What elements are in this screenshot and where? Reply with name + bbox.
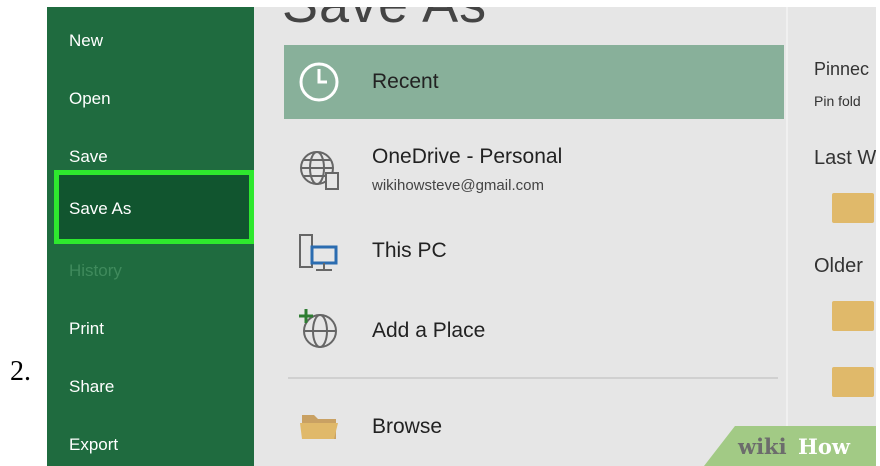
location-label: Browse: [372, 415, 443, 438]
excel-backstage-screenshot: New Open Save Save As History Print Shar…: [47, 7, 876, 466]
sidebar-item-export[interactable]: Export: [69, 435, 118, 455]
location-label: OneDrive - Personal: [372, 145, 563, 168]
older-heading: Older: [814, 255, 863, 277]
backstage-sidebar: New Open Save Save As History Print Shar…: [47, 7, 254, 466]
location-label: This PC: [372, 239, 447, 262]
computer-icon: [299, 234, 338, 271]
page-title: Save As: [282, 7, 487, 35]
clock-icon: [299, 62, 339, 102]
save-as-panel: Save As Recent OneDrive - Perso: [254, 7, 876, 466]
step-number: 2.: [10, 356, 31, 387]
location-label: Add a Place: [372, 319, 486, 342]
sidebar-item-save[interactable]: Save: [69, 147, 108, 167]
folder-icon: [300, 415, 338, 439]
location-browse[interactable]: Browse: [284, 387, 784, 461]
pinned-heading: Pinnec: [814, 59, 870, 79]
folder-icon[interactable]: [832, 193, 874, 223]
recent-folders-panel: Pinnec Pin fold Last W Older: [786, 7, 876, 466]
watermark-wiki: wiki: [738, 434, 787, 459]
last-week-heading: Last W: [814, 147, 876, 169]
folder-icon[interactable]: [832, 301, 874, 331]
location-this-pc[interactable]: This PC: [284, 215, 784, 289]
sidebar-item-open[interactable]: Open: [69, 89, 111, 109]
watermark-how: How: [798, 434, 850, 459]
location-label: Recent: [372, 70, 439, 93]
add-globe-icon: [299, 309, 337, 348]
folder-icon[interactable]: [832, 367, 874, 397]
pinned-hint: Pin fold: [814, 93, 861, 109]
globe-icon: [300, 151, 339, 190]
location-onedrive[interactable]: OneDrive - Personal wikihowsteve@gmail.c…: [284, 133, 784, 207]
sidebar-item-print[interactable]: Print: [69, 319, 104, 339]
sidebar-item-label: Save As: [69, 199, 132, 218]
sidebar-item-new[interactable]: New: [69, 31, 103, 51]
sidebar-item-save-as[interactable]: Save As: [59, 175, 249, 239]
sidebar-item-share[interactable]: Share: [69, 377, 114, 397]
divider: [288, 377, 778, 379]
location-add-a-place[interactable]: Add a Place: [284, 293, 784, 367]
sidebar-item-history: History: [69, 261, 122, 280]
account-email: wikihowsteve@gmail.com: [372, 177, 544, 194]
location-recent[interactable]: Recent: [284, 45, 784, 119]
